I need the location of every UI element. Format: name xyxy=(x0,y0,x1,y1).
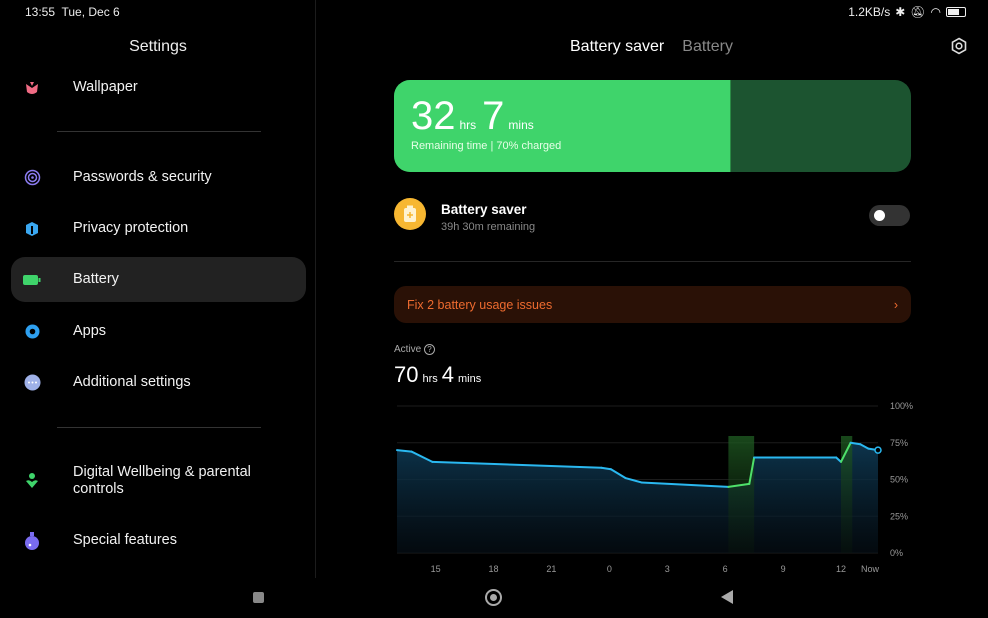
back-button[interactable] xyxy=(721,590,733,604)
x-tick-label: 21 xyxy=(546,564,556,574)
y-tick-label: 0% xyxy=(890,548,903,558)
battery-level-chart: 100% 75% 50% 25% 0% 15 18 21 0 3 6 9 12 Now xyxy=(396,401,913,574)
recents-button[interactable] xyxy=(253,592,264,603)
x-tick-label: 0 xyxy=(607,564,612,574)
area-fill xyxy=(397,442,878,553)
charging-band xyxy=(728,436,755,553)
x-tick-label: 6 xyxy=(723,564,728,574)
y-tick-label: 75% xyxy=(890,438,908,448)
home-button[interactable] xyxy=(485,589,502,606)
x-tick-label: 12 xyxy=(836,564,846,574)
current-level-marker xyxy=(874,446,882,454)
charging-band xyxy=(841,436,853,553)
x-tick-label: 3 xyxy=(665,564,670,574)
x-tick-label: 15 xyxy=(431,564,441,574)
x-tick-label: 9 xyxy=(781,564,786,574)
y-tick-label: 100% xyxy=(890,401,913,411)
x-tick-label: 18 xyxy=(489,564,499,574)
y-tick-label: 50% xyxy=(890,475,908,485)
x-tick-label: Now xyxy=(861,564,880,574)
y-tick-label: 25% xyxy=(890,511,908,521)
